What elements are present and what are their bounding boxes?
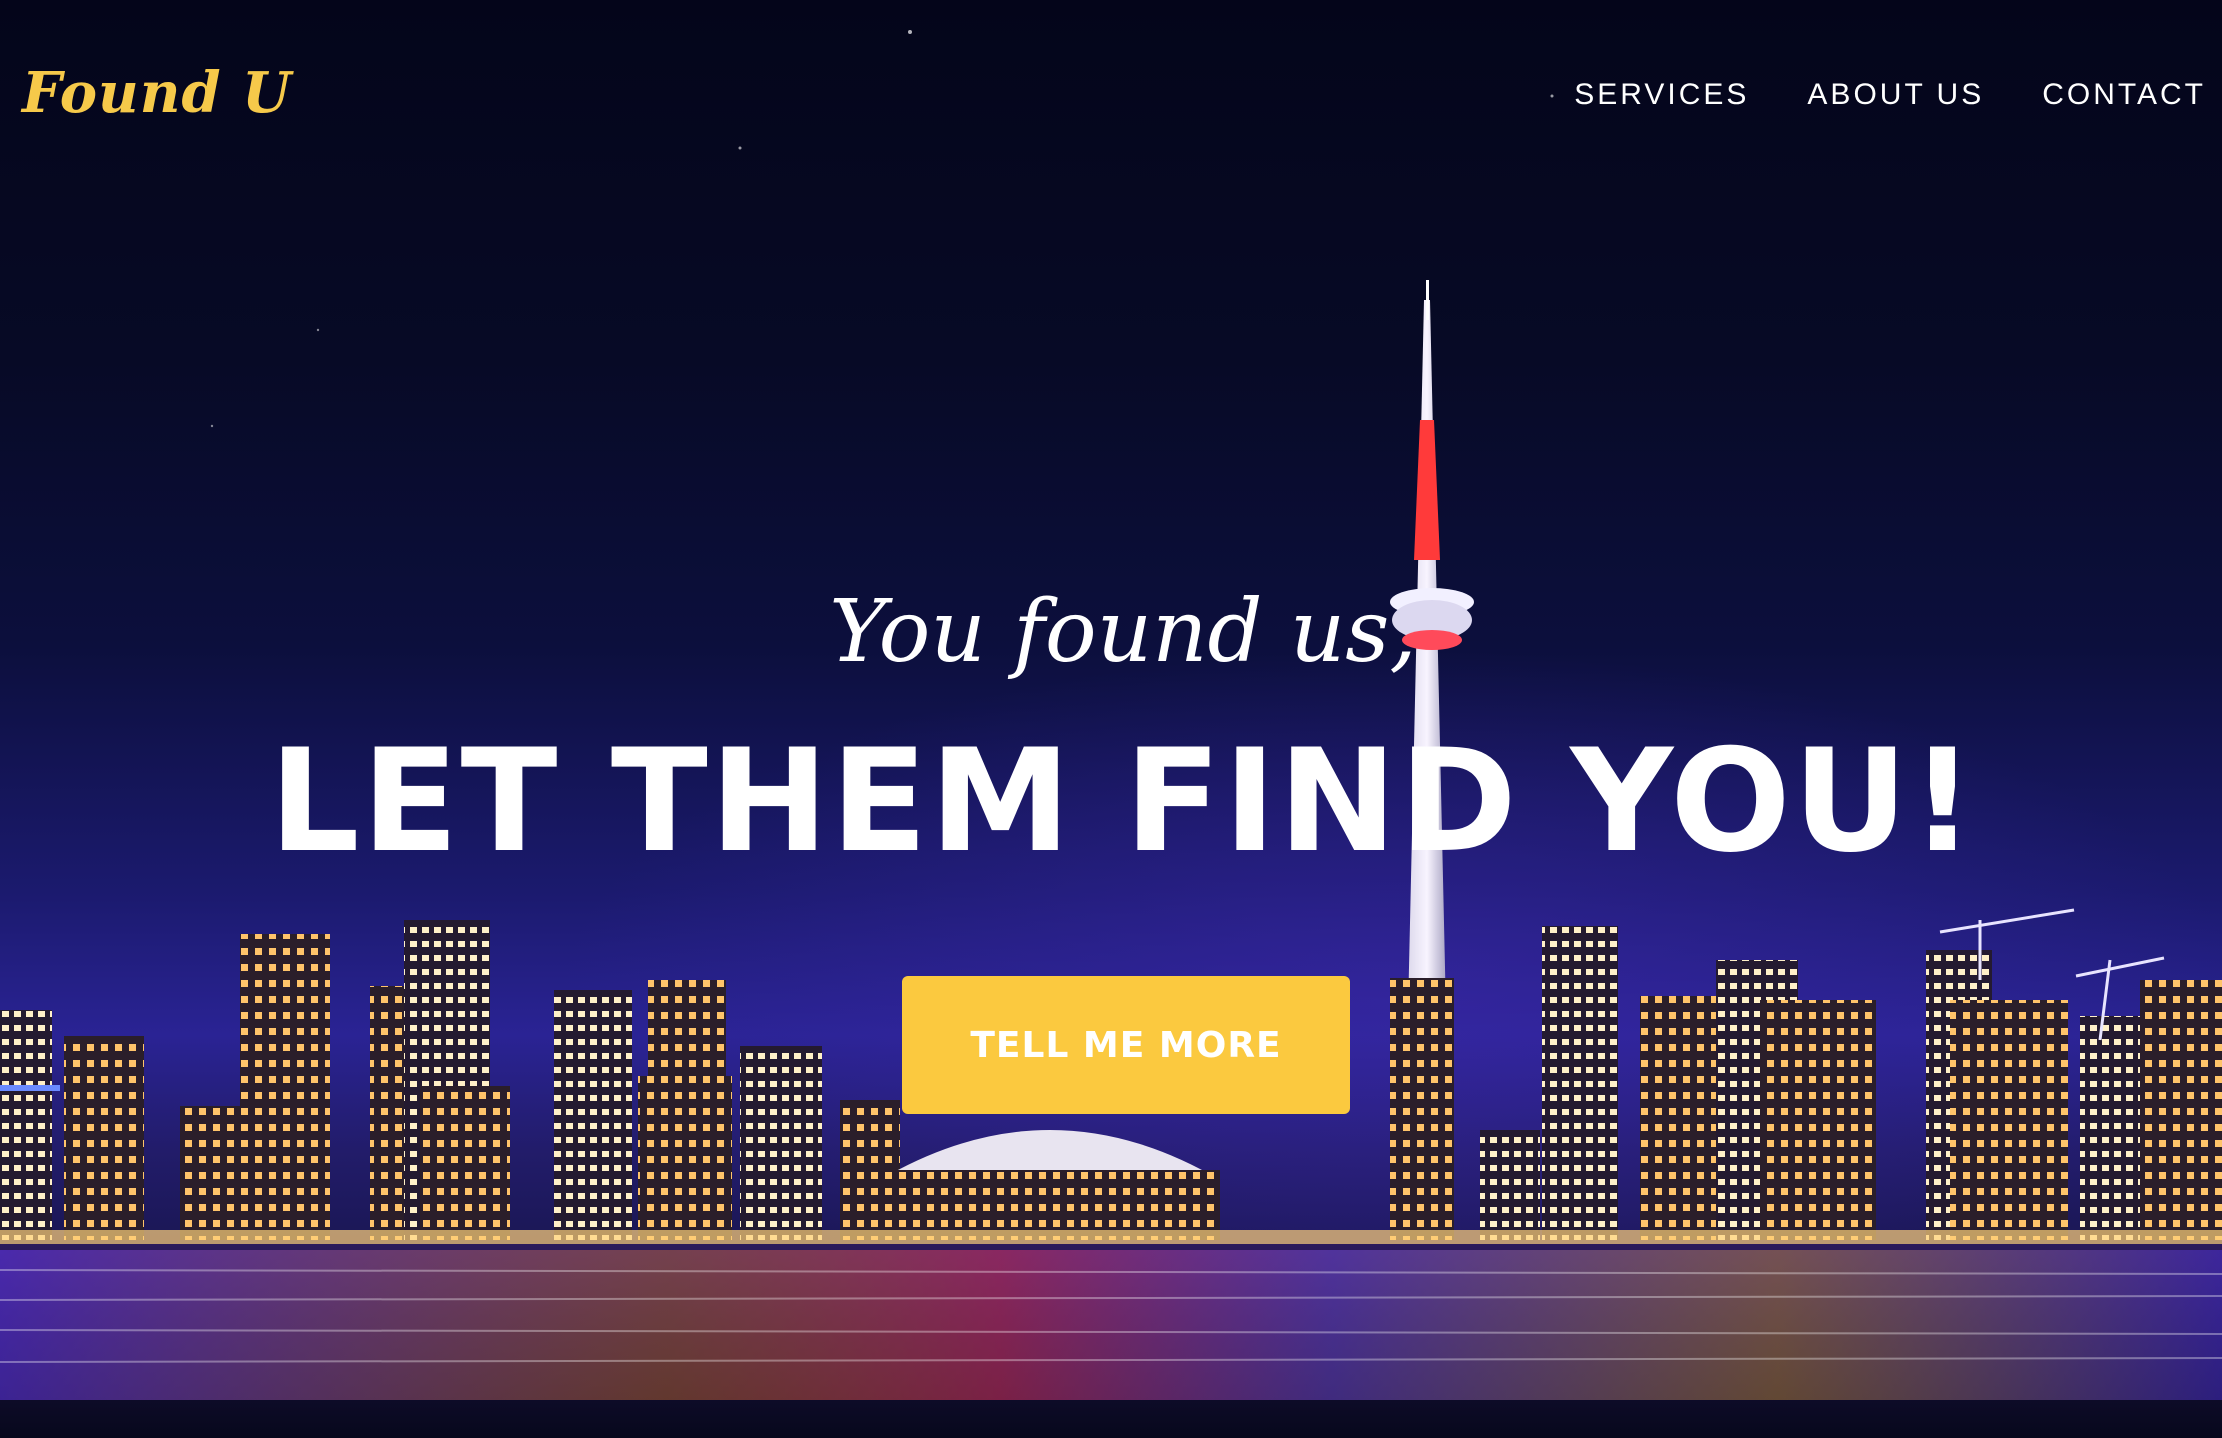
brand-logo[interactable]: Found U bbox=[22, 60, 292, 126]
main-nav: SERVICES ABOUT US CONTACT bbox=[1574, 78, 2206, 112]
nav-link-services[interactable]: SERVICES bbox=[1574, 78, 1749, 112]
nav-link-about-us[interactable]: ABOUT US bbox=[1807, 78, 1984, 112]
hero-headline: LET THEM FIND YOU! bbox=[269, 719, 1977, 884]
hero-intro-text: You found us, bbox=[829, 582, 1417, 682]
hero-section: Found U SERVICES ABOUT US CONTACT You fo… bbox=[0, 0, 2222, 1438]
nav-link-contact[interactable]: CONTACT bbox=[2042, 78, 2206, 112]
nav-item-about-us: ABOUT US bbox=[1807, 78, 1984, 112]
nav-item-services: SERVICES bbox=[1574, 78, 1749, 112]
nav-item-contact: CONTACT bbox=[2042, 78, 2206, 112]
tell-me-more-button[interactable]: TELL ME MORE bbox=[902, 976, 1350, 1114]
